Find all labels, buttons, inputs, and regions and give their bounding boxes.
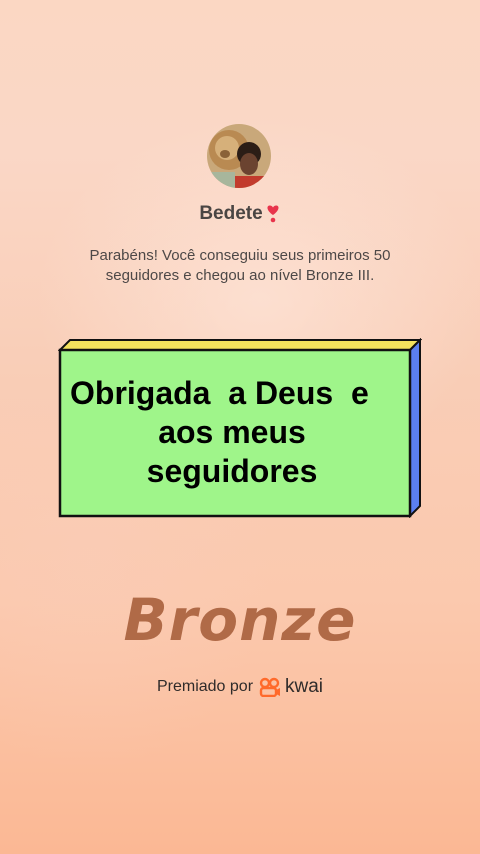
level-title: Bronze	[123, 586, 357, 654]
profile-name: Bedete	[199, 203, 263, 224]
profile-name-row: Bedete	[0, 200, 480, 228]
banner-line-1: Obrigada a Deus e	[70, 374, 369, 411]
lion-avatar-icon	[207, 124, 271, 188]
kwai-brand-text: kwai	[285, 676, 324, 697]
red-heart-icon	[265, 204, 281, 224]
banner-text: Obrigada a Deus e aos meus seguidores	[60, 352, 404, 512]
kwai-logo-icon	[259, 677, 281, 698]
thanks-banner: Obrigada a Deus e aos meus seguidores	[58, 338, 422, 518]
avatar	[207, 124, 271, 188]
banner-line-3: seguidores	[146, 452, 318, 489]
banner-line-2: aos meus	[158, 413, 306, 450]
award-footer: Premiado por kwai	[0, 674, 480, 700]
congrats-message: Parabéns! Você conseguiu seus primeiros …	[89, 247, 391, 284]
awarded-by-label: Premiado por	[156, 678, 254, 695]
